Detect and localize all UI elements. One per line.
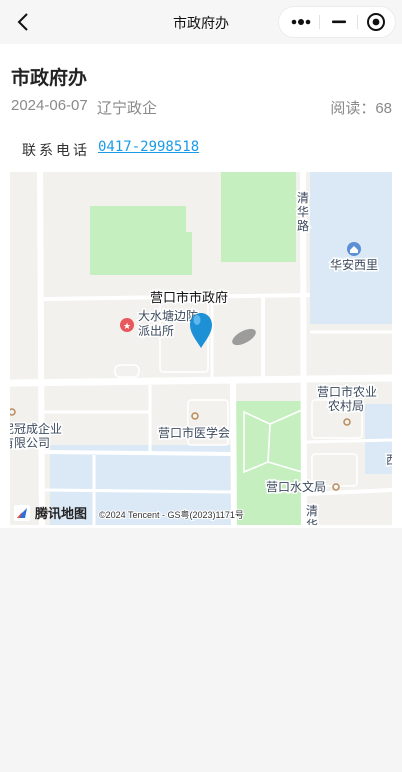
location-map[interactable]: ★ 营口市市政府 大水塘边防 派出所 清 华 路 华安西里 营口市农业 农村局 [10,172,392,525]
road-label: 西 [386,453,392,467]
poi-label-agriculture: 农村局 [328,399,364,413]
road-label: 华 [297,205,309,219]
publish-date: 2024-06-07 [11,97,88,114]
more-button[interactable] [281,7,320,37]
phone-label: 联系电话 [22,143,90,159]
pin-label: 营口市市政府 [150,290,228,305]
phone-number-link[interactable]: 0417-2998518 [98,139,199,155]
residential-icon [347,242,361,256]
svg-text:★: ★ [123,321,131,331]
road-label: 路 [297,218,309,233]
poi-label-huaan: 华安西里 [330,257,378,272]
close-mini-program-button[interactable] [356,7,395,37]
article-title: 市政府办 [11,68,88,89]
top-navigation-bar: 市政府办 [0,0,402,44]
park-area [90,206,192,275]
road-label: 清 [306,504,318,518]
map-logo: 腾讯地图 [14,505,87,521]
poi-label-police: 大水塘边防 [138,308,198,323]
road-label: 清 [297,191,309,205]
minimize-icon [331,20,346,24]
park-area [221,172,296,262]
poi-label-water: 营口水文局 [266,479,326,494]
source-link[interactable]: 辽宁政企 [97,97,157,118]
read-count: 阅读：68 [330,100,392,117]
minimize-button[interactable] [319,7,358,37]
map-copyright: ©2024 Tencent - GS粤(2023)1171号 [99,509,244,520]
mini-program-capsule [278,6,396,38]
road-label: 华 [306,518,318,525]
more-dots-icon [291,19,310,25]
poi-label-agriculture: 营口市农业 [317,384,377,399]
map-logo-text: 腾讯地图 [34,506,87,521]
map-canvas: ★ 营口市市政府 大水塘边防 派出所 清 华 路 华安西里 营口市农业 农村局 [10,172,392,525]
article-content: 市政府办 2024-06-07 辽宁政企 阅读：68 联系电话 0417-299… [0,44,402,528]
poi-label-police: 派出所 [138,324,174,338]
target-close-icon [366,13,385,31]
police-station-icon: ★ [120,318,134,332]
poi-label-company: 有限公司 [10,436,50,450]
poi-label-medical: 营口市医学会 [158,425,230,440]
poi-label-company: 泥冠成企业 [10,421,62,436]
